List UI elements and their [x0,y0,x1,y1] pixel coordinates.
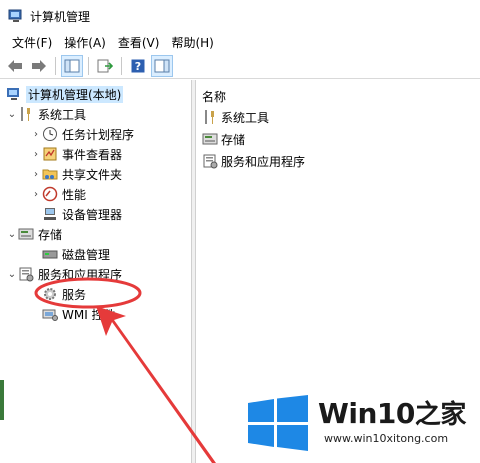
tree-item-wmi[interactable]: WMI 控件 [42,304,116,324]
tree-label-storage: 存储 [38,227,63,242]
computer-management-icon [8,9,22,22]
clock-icon [43,127,57,141]
windows-logo-icon [248,395,308,451]
menu-view[interactable]: 查看(V) [112,34,166,51]
forward-button[interactable] [28,55,50,77]
tree-item-services-apps[interactable]: ⌄ 服务和应用程序 [6,264,122,284]
gear-icon [44,288,56,300]
list-item-storage[interactable]: 存储 [202,130,245,148]
tree-label-event-viewer: 事件查看器 [62,147,123,162]
list-label: 存储 [221,132,246,147]
tree-label-shared-folders: 共享文件夹 [62,167,123,182]
export-icon [97,59,113,72]
back-button[interactable] [4,55,26,77]
tree-label-root: 计算机管理(本地) [26,85,124,103]
tree-item-task-scheduler[interactable]: › 任务计划程序 [30,124,134,144]
console-tree: 计算机管理(本地) ⌄ 系统工具 › 任务计划程序 › 事件查看器 › 共享文件… [0,80,192,463]
show-hide-action-pane-button[interactable] [151,54,173,77]
tree-item-services[interactable]: 服务 [42,284,86,304]
tree-label-services: 服务 [62,287,87,302]
export-list-button[interactable] [94,55,116,77]
toolbar-separator [55,56,56,75]
menu-action[interactable]: 操作(A) [58,34,112,51]
tree-label-wmi: WMI 控件 [62,307,116,322]
menu-bar: 文件(F) 操作(A) 查看(V) 帮助(H) [0,32,480,52]
services-apps-icon [203,154,218,169]
tree-item-shared-folders[interactable]: › 共享文件夹 [30,164,122,184]
tools-icon [205,110,214,124]
computer-management-icon [7,88,19,100]
back-arrow-icon [8,59,22,72]
toolbar-separator [88,56,89,75]
chevron-down-icon[interactable]: ⌄ [6,108,18,120]
chevron-right-icon[interactable]: › [30,148,42,160]
tree-item-system-tools[interactable]: ⌄ 系统工具 [6,104,86,124]
tree-label-system-tools: 系统工具 [38,107,87,122]
chevron-right-icon[interactable]: › [30,188,42,200]
window-title: 计算机管理 [30,9,91,24]
tree-item-root[interactable]: 计算机管理(本地) [6,84,124,104]
tools-icon [21,107,30,121]
show-hide-tree-button[interactable] [61,54,83,77]
chevron-down-icon[interactable]: ⌄ [6,228,18,240]
storage-icon [202,133,218,145]
help-icon: ? [131,59,145,73]
action-pane-icon [154,59,170,72]
tree-label-performance: 性能 [62,187,87,202]
tree-item-performance[interactable]: › 性能 [30,184,86,204]
column-header-name[interactable]: 名称 [202,88,226,105]
watermark-brand: Win10之家 [318,394,466,431]
list-item-services-apps[interactable]: 服务和应用程序 [202,152,305,170]
wmi-control-icon [42,309,58,321]
list-label: 系统工具 [221,110,270,125]
chevron-right-icon[interactable]: › [30,128,42,140]
svg-text:?: ? [135,60,141,73]
tree-label-device-manager: 设备管理器 [62,207,123,222]
tree-item-disk-management[interactable]: 磁盘管理 [42,244,110,264]
shared-folder-icon [42,169,58,180]
console-tree-icon [64,59,80,72]
menu-help[interactable]: 帮助(H) [165,34,219,51]
watermark-brand-text: Win10 [318,397,415,430]
tree-label-disk-management: 磁盘管理 [62,247,111,262]
watermark-url: www.win10xitong.com [324,432,449,445]
tree-label-services-apps: 服务和应用程序 [38,267,123,282]
event-viewer-icon [43,147,57,161]
toolbar: ? [0,53,480,79]
tree-label-task-scheduler: 任务计划程序 [62,127,135,142]
left-edge-indicator [0,380,4,420]
chevron-right-icon[interactable]: › [30,168,42,180]
disk-icon [42,250,58,259]
help-button[interactable]: ? [127,55,149,77]
list-label: 服务和应用程序 [221,154,306,169]
toolbar-separator [121,56,122,75]
watermark-brand-zh: 之家 [414,400,467,430]
list-item-system-tools[interactable]: 系统工具 [202,108,269,126]
title-bar: 计算机管理 [0,0,480,32]
forward-arrow-icon [32,59,46,72]
tree-item-event-viewer[interactable]: › 事件查看器 [30,144,122,164]
performance-icon [42,186,58,202]
storage-icon [18,228,34,240]
menu-file[interactable]: 文件(F) [6,34,58,51]
tree-item-storage[interactable]: ⌄ 存储 [6,224,62,244]
chevron-down-icon[interactable]: ⌄ [6,268,18,280]
services-apps-icon [19,267,34,282]
tree-item-device-manager[interactable]: 设备管理器 [42,204,122,224]
device-manager-icon [44,208,56,220]
